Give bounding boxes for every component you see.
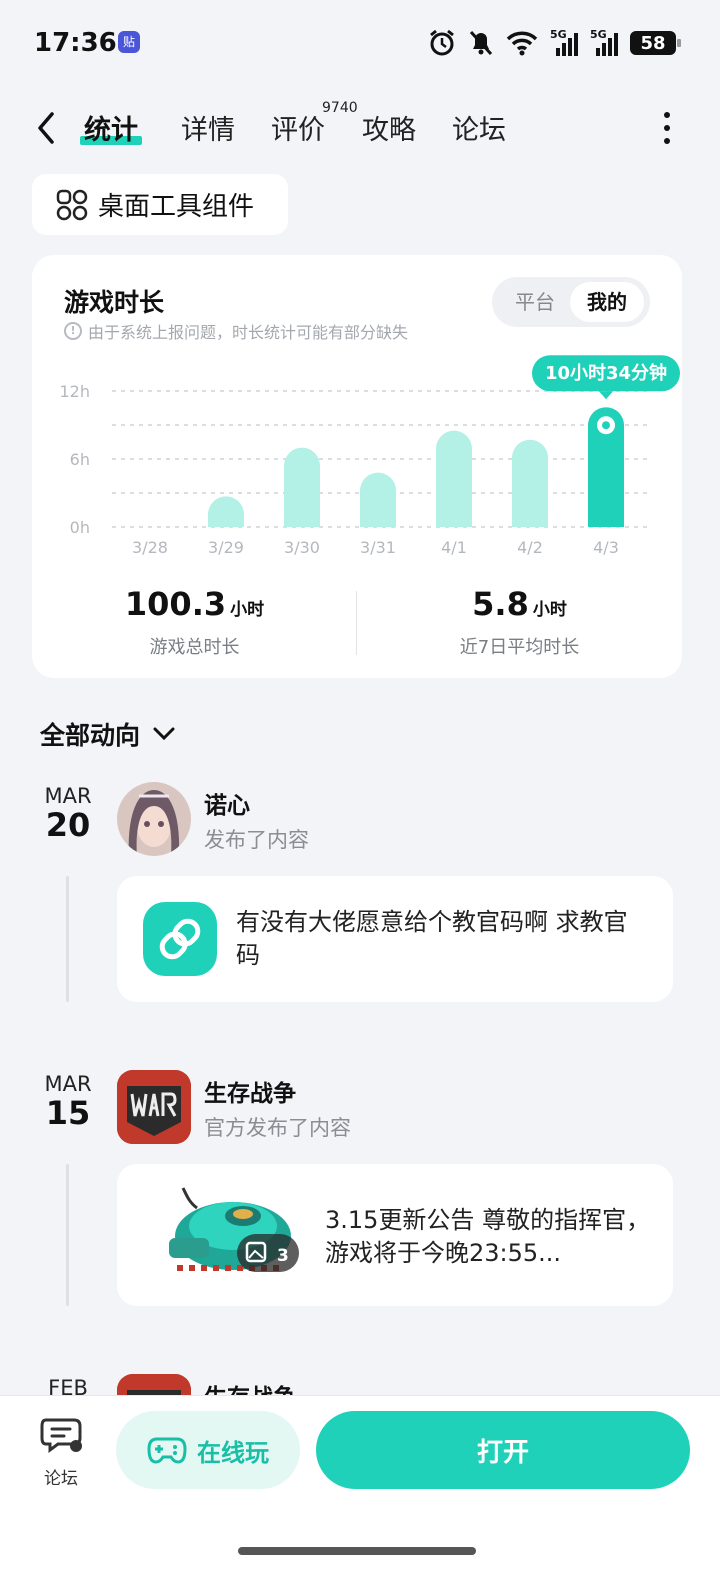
home-indicator[interactable] <box>238 1547 476 1555</box>
total-playtime-caption: 游戏总时长 <box>149 637 240 658</box>
avg-playtime-caption: 近7日平均时长 <box>459 637 580 658</box>
avatar[interactable] <box>117 782 191 856</box>
chart-bar <box>436 430 472 527</box>
playtime-stats: 100.3 小时 游戏总时长 5.8 小时 近7日平均时长 <box>32 585 682 659</box>
entry-date: MAR 20 <box>36 784 100 844</box>
more-menu-icon[interactable] <box>662 112 672 144</box>
post-card[interactable]: 有没有大佬愿意给个教官码啊 求教官码 <box>117 876 673 1002</box>
widget-grid-icon <box>56 189 88 220</box>
tab-bar: 统计 详情 评价 9740 攻略 论坛 <box>0 100 720 160</box>
mute-bell-icon <box>469 30 493 56</box>
bottom-action-bar: 论坛 在线玩 打开 <box>0 1395 720 1584</box>
back-arrow-icon[interactable] <box>34 110 58 146</box>
tab-details[interactable]: 详情 <box>181 108 235 147</box>
wifi-icon <box>506 31 538 56</box>
signal-5g-icon-1: 5G <box>550 28 578 56</box>
desktop-widget-label: 桌面工具组件 <box>98 192 255 222</box>
forum-label[interactable]: 论坛 <box>36 1464 86 1489</box>
alarm-icon <box>430 29 454 56</box>
feed-filter-dropdown[interactable]: 全部动向 <box>40 716 176 752</box>
post-text: 有没有大佬愿意给个教官码啊 求教官码 <box>236 908 628 969</box>
entry-month: MAR <box>44 1072 92 1096</box>
playtime-bar-chart: 12h 6h 0h 3/28 3/29 3/30 3/31 4/1 4/2 10小时34分钟 4/3 <box>60 355 680 557</box>
playtime-note: ! 由于系统上报问题，时长统计可能有部分缺失 <box>64 319 408 343</box>
bar-marker-inner <box>602 421 610 430</box>
total-playtime-unit: 小时 <box>230 600 265 620</box>
playtime-card: 游戏时长 ! 由于系统上报问题，时长统计可能有部分缺失 平台 我的 12h 6h 0… <box>32 255 682 678</box>
post-image-thumbnail <box>169 1187 299 1272</box>
timeline-line <box>66 876 69 1002</box>
tab-forum[interactable]: 论坛 <box>452 108 506 147</box>
status-time: 17:36 <box>34 28 117 58</box>
chart-bar <box>284 447 320 527</box>
reviews-count: 9740 <box>322 100 358 116</box>
chart-bar <box>512 439 548 527</box>
x-tick-label: 4/2 <box>517 538 543 557</box>
toggle-platform[interactable]: 平台 <box>500 282 570 322</box>
total-playtime-value: 100.3 <box>124 585 227 623</box>
chart-bar <box>208 496 244 527</box>
entry-author[interactable]: 诺心 <box>204 786 250 820</box>
chevron-down-icon <box>153 727 175 741</box>
chart-bar <box>360 472 397 527</box>
feed-filter-label: 全部动向 <box>40 721 141 750</box>
link-icon <box>143 902 217 976</box>
y-tick-label: 6h <box>70 450 90 469</box>
status-bar: 17:36 贴 5G 5G 58 <box>0 0 720 86</box>
play-online-label: 在线玩 <box>197 1438 269 1467</box>
timeline-line <box>66 1164 69 1306</box>
entry-day: 15 <box>45 1094 91 1132</box>
app-notification-icon: 贴 <box>118 31 140 53</box>
app-icon[interactable] <box>117 1070 191 1144</box>
entry-month: MAR <box>44 784 92 808</box>
playtime-note-text: 由于系统上报问题，时长统计可能有部分缺失 <box>88 323 409 342</box>
forum-icon[interactable] <box>40 1416 84 1456</box>
tab-guides[interactable]: 攻略 <box>362 108 416 147</box>
x-tick-label: 3/31 <box>360 538 396 557</box>
battery-icon: 58 <box>630 31 681 55</box>
toggle-mine[interactable]: 我的 <box>570 282 644 322</box>
avg-playtime-value: 5.8 <box>472 585 529 623</box>
tab-stats[interactable]: 统计 <box>80 108 142 147</box>
y-tick-label: 0h <box>70 518 90 537</box>
desktop-widget-button[interactable]: 桌面工具组件 <box>32 174 288 235</box>
total-playtime: 100.3 小时 游戏总时长 <box>32 585 357 659</box>
entry-author[interactable]: 生存战争 <box>204 1074 296 1108</box>
avg-playtime-unit: 小时 <box>532 600 567 620</box>
x-tick-label: 4/3 <box>593 538 619 557</box>
y-tick-label: 12h <box>60 382 91 401</box>
x-tick-label: 3/28 <box>132 538 168 557</box>
tab-reviews[interactable]: 评价 <box>271 108 325 147</box>
gamepad-icon <box>147 1437 187 1464</box>
source-toggle: 平台 我的 <box>492 277 650 327</box>
entry-action: 官方发布了内容 <box>204 1116 351 1140</box>
play-online-button[interactable]: 在线玩 <box>116 1411 300 1489</box>
open-button[interactable]: 打开 <box>316 1411 690 1489</box>
playtime-title: 游戏时长 <box>64 288 165 317</box>
post-card[interactable]: 3 3.15更新公告 尊敬的指挥官， 游戏将于今晚23:55... <box>117 1164 673 1306</box>
entry-date: MAR 15 <box>36 1072 100 1132</box>
highlight-tooltip-text: 10小时34分钟 <box>545 362 667 384</box>
image-count: 3 <box>277 1246 289 1266</box>
signal-5g-icon-2: 5G <box>590 28 618 56</box>
post-text: 3.15更新公告 尊敬的指挥官， 游戏将于今晚23:55... <box>325 1206 651 1267</box>
entry-action: 发布了内容 <box>204 828 309 852</box>
x-tick-label: 3/29 <box>208 538 244 557</box>
entry-day: 20 <box>45 806 91 844</box>
x-tick-label: 4/1 <box>441 538 467 557</box>
info-icon: ! <box>64 322 82 340</box>
x-tick-label: 3/30 <box>284 538 320 557</box>
tooltip-arrow <box>599 391 613 400</box>
open-label: 打开 <box>476 1437 529 1468</box>
avg-playtime: 5.8 小时 近7日平均时长 <box>357 585 682 659</box>
